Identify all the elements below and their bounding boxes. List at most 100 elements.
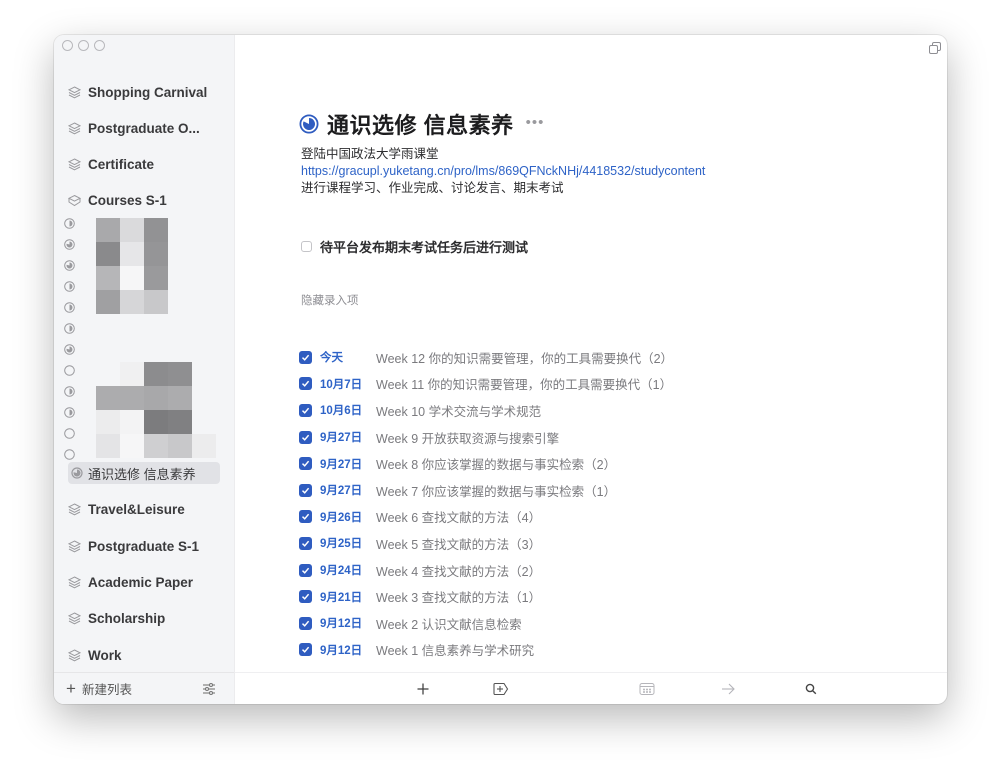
stack-icon — [67, 648, 82, 662]
checked-checkbox[interactable] — [299, 643, 312, 657]
progress-circle-icon[interactable] — [299, 114, 319, 134]
completion-date: 9月27日 — [320, 432, 363, 445]
more-options-button[interactable]: ••• — [526, 114, 545, 131]
checkmark-icon — [301, 381, 310, 388]
sidebar-item[interactable]: Courses S-1 — [67, 189, 167, 211]
sliders-icon[interactable] — [202, 682, 216, 696]
list-notes[interactable]: 登陆中国政法大学雨课堂 https://gracupl.yuketang.cn/… — [301, 146, 705, 197]
move-button[interactable] — [719, 680, 737, 698]
bottom-toolbar — [235, 672, 947, 704]
redacted-block — [96, 218, 120, 242]
sidebar-item[interactable]: Certificate — [67, 153, 154, 175]
checked-checkbox[interactable] — [299, 483, 312, 497]
checked-checkbox[interactable] — [299, 590, 312, 604]
checkmark-icon — [301, 487, 310, 494]
checked-checkbox[interactable] — [299, 403, 312, 417]
search-icon — [805, 683, 817, 695]
redacted-block — [120, 242, 144, 266]
completion-date: 9月21日 — [320, 591, 363, 604]
completed-task[interactable]: 9月21日 Week 3 查找文献的方法（1） — [299, 583, 673, 610]
completed-task[interactable]: 10月7日 Week 11 你的知识需要管理，你的工具需要换代（1） — [299, 371, 673, 398]
pie-progress-icon[interactable] — [64, 237, 75, 250]
half-progress-icon[interactable] — [64, 216, 75, 229]
sidebar-item[interactable]: Postgraduate O... — [67, 117, 200, 139]
empty-progress-icon[interactable] — [64, 363, 75, 376]
minimize-button[interactable] — [78, 40, 89, 51]
completed-task[interactable]: 9月12日 Week 1 信息素养与学术研究 — [299, 637, 673, 664]
add-task-button[interactable] — [414, 680, 432, 698]
stack-icon — [67, 575, 82, 589]
sidebar-item[interactable]: Academic Paper — [67, 571, 193, 593]
checked-checkbox[interactable] — [299, 616, 312, 630]
checkmark-icon — [301, 567, 310, 574]
sidebar-item[interactable]: Work — [67, 644, 122, 666]
zoom-button[interactable] — [94, 40, 105, 51]
plus-icon[interactable]: + — [66, 679, 76, 699]
completion-date: 9月25日 — [320, 538, 363, 551]
half-progress-icon[interactable] — [64, 405, 75, 418]
restore-window-icon[interactable] — [929, 42, 941, 54]
redacted-block — [168, 386, 192, 410]
hide-logged-items-button[interactable]: 隐藏录入项 — [301, 292, 359, 308]
checked-checkbox[interactable] — [299, 536, 312, 550]
half-progress-icon[interactable] — [64, 300, 75, 313]
completion-date: 9月27日 — [320, 485, 363, 498]
redacted-block — [144, 266, 168, 290]
sidebar-footer: + 新建列表 — [54, 672, 234, 704]
empty-progress-icon[interactable] — [64, 447, 75, 460]
redacted-block — [96, 434, 120, 458]
sidebar-item[interactable]: Postgraduate S-1 — [67, 535, 199, 557]
completed-task[interactable]: 9月27日 Week 9 开放获取资源与搜索引擎 — [299, 424, 673, 451]
task-title[interactable]: 待平台发布期末考试任务后进行测试 — [320, 237, 528, 256]
sidebar-item-label: Courses S-1 — [88, 192, 167, 208]
pie-progress-icon — [71, 467, 83, 479]
completion-date: 9月27日 — [320, 458, 363, 471]
add-heading-button[interactable] — [492, 680, 510, 698]
checkmark-icon — [301, 354, 310, 361]
new-list-button[interactable]: 新建列表 — [82, 679, 132, 698]
task-checkbox[interactable] — [301, 241, 312, 252]
redacted-block — [168, 434, 192, 458]
sidebar-item[interactable]: Travel&Leisure — [67, 498, 185, 520]
completed-task[interactable]: 今天 Week 12 你的知识需要管理，你的工具需要换代（2） — [299, 344, 673, 371]
completed-task[interactable]: 9月26日 Week 6 查找文献的方法（4） — [299, 504, 673, 531]
task-title: Week 11 你的知识需要管理，你的工具需要换代（1） — [376, 378, 673, 393]
half-progress-icon[interactable] — [64, 384, 75, 397]
page-title[interactable]: 通识选修 信息素养 — [327, 108, 514, 140]
checked-checkbox[interactable] — [299, 430, 312, 444]
sidebar-item[interactable]: Scholarship — [67, 607, 165, 629]
half-progress-icon[interactable] — [64, 279, 75, 292]
completion-date: 9月24日 — [320, 565, 363, 578]
completed-task[interactable]: 10月6日 Week 10 学术交流与学术规范 — [299, 397, 673, 424]
pie-progress-icon[interactable] — [64, 342, 75, 355]
redacted-block — [144, 362, 168, 386]
schedule-button[interactable] — [638, 680, 656, 698]
completed-task[interactable]: 9月24日 Week 4 查找文献的方法（2） — [299, 557, 673, 584]
close-button[interactable] — [62, 40, 73, 51]
search-button[interactable] — [802, 680, 820, 698]
completed-task[interactable]: 9月27日 Week 8 你应该掌握的数据与事实检索（2） — [299, 450, 673, 477]
checked-checkbox[interactable] — [299, 457, 312, 471]
half-progress-icon[interactable] — [64, 321, 75, 334]
sidebar-item-label: 通识选修 信息素养 — [88, 466, 196, 482]
checked-checkbox[interactable] — [299, 563, 312, 577]
redacted-block — [120, 386, 144, 410]
sidebar-item[interactable]: Shopping Carnival — [67, 81, 207, 103]
sidebar-item-selected[interactable]: 通识选修 信息素养 — [68, 462, 220, 484]
completed-task[interactable]: 9月27日 Week 7 你应该掌握的数据与事实检索（1） — [299, 477, 673, 504]
completed-task[interactable]: 9月12日 Week 2 认识文献信息检索 — [299, 610, 673, 637]
checked-checkbox[interactable] — [299, 377, 312, 391]
window-controls — [62, 40, 105, 51]
course-link[interactable]: https://gracupl.yuketang.cn/pro/lms/869Q… — [301, 164, 705, 178]
completion-date: 10月6日 — [320, 405, 363, 418]
empty-progress-icon[interactable] — [64, 426, 75, 439]
redacted-block — [96, 290, 120, 314]
stack-icon — [67, 502, 82, 516]
checked-checkbox[interactable] — [299, 350, 312, 364]
completed-task[interactable]: 9月25日 Week 5 查找文献的方法（3） — [299, 530, 673, 557]
redacted-block — [144, 290, 168, 314]
completion-date: 9月26日 — [320, 511, 363, 524]
pie-progress-icon[interactable] — [64, 258, 75, 271]
redacted-block — [120, 290, 144, 314]
checked-checkbox[interactable] — [299, 510, 312, 524]
